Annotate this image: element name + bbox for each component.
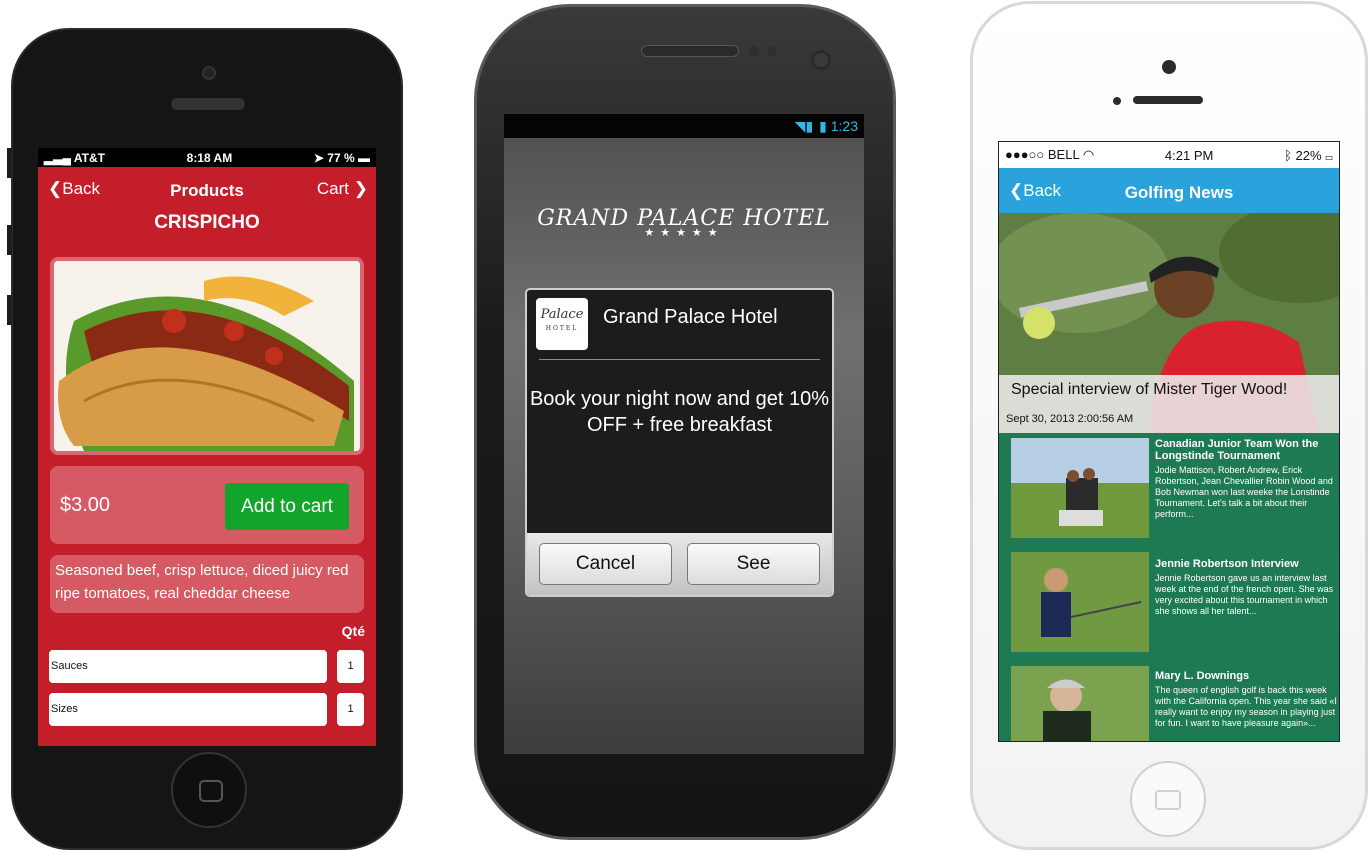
status-bar: ◥▮ ▮ 1:23 (504, 114, 864, 138)
featured-article[interactable]: Special interview of Mister Tiger Wood! … (999, 213, 1339, 433)
sensor-dot (767, 46, 777, 56)
sensor-dot (749, 46, 759, 56)
mute-switch (7, 148, 12, 178)
news-title: Canadian Junior Team Won the Longstinde … (1155, 438, 1319, 462)
status-time: 1:23 (830, 118, 858, 134)
battery-status: ➤ 77 % ▬ (313, 150, 370, 165)
status-time: 8:18 AM (186, 150, 233, 165)
news-item[interactable]: Canadian Junior Team Won the Longstinde … (999, 438, 1339, 542)
home-button[interactable] (171, 752, 247, 828)
chevron-right-icon: ❯ (349, 179, 368, 198)
golf-news-screen: ●●●○○ BELL ◠ 4:21 PM ᛒ 22% ▭ ❮Back Golfi… (998, 141, 1340, 742)
front-camera (811, 50, 831, 70)
earpiece-speaker (171, 98, 245, 110)
dialog-buttons: Cancel See (527, 533, 832, 595)
status-time: 4:21 PM (1164, 147, 1214, 163)
volume-up-button (7, 225, 12, 255)
battery-icon: ▭ (1325, 147, 1333, 163)
taco-illustration (54, 261, 360, 451)
bluetooth-icon: ᛒ (1284, 147, 1296, 163)
home-square-icon (199, 780, 223, 802)
news-thumbnail (1011, 666, 1149, 741)
team-photo (1011, 438, 1149, 538)
battery-icon: ▮ (819, 118, 831, 134)
news-excerpt: The queen of english golf is back this w… (1155, 685, 1337, 728)
nav-title: Golfing News (1124, 183, 1234, 202)
wifi-icon: ◠ (1079, 147, 1095, 162)
featured-title: Special interview of Mister Tiger Wood! (1011, 381, 1288, 398)
earpiece-speaker (1133, 96, 1203, 104)
featured-date: Sept 30, 2013 2:00:56 AM (1006, 413, 1134, 425)
carrier-label: ●●●○○ BELL ◠ (1005, 147, 1095, 162)
taco-image (50, 257, 364, 455)
hotel-logo: Palace HOTEL (536, 298, 588, 350)
volume-down-button (7, 295, 12, 325)
product-price: $3.00 (60, 494, 111, 516)
carrier-label: ▂▃▄ AT&T (44, 150, 105, 165)
nav-bar: ❮Back Products Cart ❯ (38, 167, 376, 207)
product-description: Seasoned beef, crisp lettuce, diced juic… (50, 555, 364, 613)
products-screen: ▂▃▄ AT&T 8:18 AM ➤ 77 % ▬ ❮Back Products… (38, 148, 376, 746)
front-camera (1162, 60, 1176, 74)
news-title: Jennie Robertson Interview (1155, 558, 1299, 570)
sizes-field[interactable]: Sizes (49, 693, 327, 726)
proximity-sensor (1113, 97, 1121, 105)
signal-icon: ▂▃▄ (44, 150, 74, 165)
wifi-signal-icon: ◥▮ (794, 118, 814, 134)
golfer-photo (1011, 552, 1149, 652)
news-thumbnail (1011, 438, 1149, 538)
promo-dialog: Palace HOTEL Grand Palace Hotel Book your… (525, 288, 834, 597)
cancel-button[interactable]: Cancel (539, 543, 672, 585)
nav-bar: ❮Back Golfing News (999, 168, 1339, 213)
hotel-stars: ★★★★★ (644, 227, 724, 239)
signal-dots-icon: ●●●○○ (1005, 147, 1048, 162)
status-bar: ▂▃▄ AT&T 8:18 AM ➤ 77 % ▬ (38, 148, 376, 167)
news-excerpt: Jennie Robertson gave us an interview la… (1155, 573, 1334, 616)
earpiece-speaker (641, 45, 739, 57)
add-to-cart-button[interactable]: Add to cart (225, 483, 349, 530)
news-thumbnail (1011, 552, 1149, 652)
news-item[interactable]: Mary L. Downings The queen of english go… (999, 666, 1339, 741)
product-name: CRISPICHO (154, 212, 260, 233)
featured-caption: Special interview of Mister Tiger Wood! … (999, 375, 1339, 433)
golfer-photo (1011, 666, 1149, 741)
sauces-qty-field[interactable]: 1 (337, 650, 364, 683)
home-button[interactable] (1130, 761, 1206, 837)
location-arrow-icon: ➤ (313, 150, 328, 165)
dialog-header: Palace HOTEL Grand Palace Hotel (536, 290, 820, 360)
battery-icon: ▬ (357, 150, 370, 165)
dialog-message: Book your night now and get 10% OFF + fr… (529, 388, 830, 436)
see-button[interactable]: See (687, 543, 820, 585)
sizes-qty-field[interactable]: 1 (337, 693, 364, 726)
news-item[interactable]: Jennie Robertson Interview Jennie Robert… (999, 552, 1339, 656)
cart-button[interactable]: Cart ❯ (317, 179, 368, 199)
sauces-field[interactable]: Sauces (49, 650, 327, 683)
news-title: Mary L. Downings (1155, 670, 1250, 682)
hotel-screen: ◥▮ ▮ 1:23 GRAND PALACE HOTEL ★★★★★ Palace… (504, 114, 864, 754)
dialog-title: Grand Palace Hotel (603, 306, 778, 328)
price-panel: $3.00 Add to cart (50, 466, 364, 544)
battery-status: ᛒ 22% ▭ (1284, 147, 1333, 163)
status-bar: ●●●○○ BELL ◠ 4:21 PM ᛒ 22% ▭ (999, 142, 1339, 168)
qty-header: Qté (341, 623, 365, 639)
news-excerpt: Jodie Mattison, Robert Andrew, Erick Rob… (1155, 465, 1333, 519)
front-camera (202, 66, 216, 80)
home-square-icon (1155, 790, 1181, 810)
